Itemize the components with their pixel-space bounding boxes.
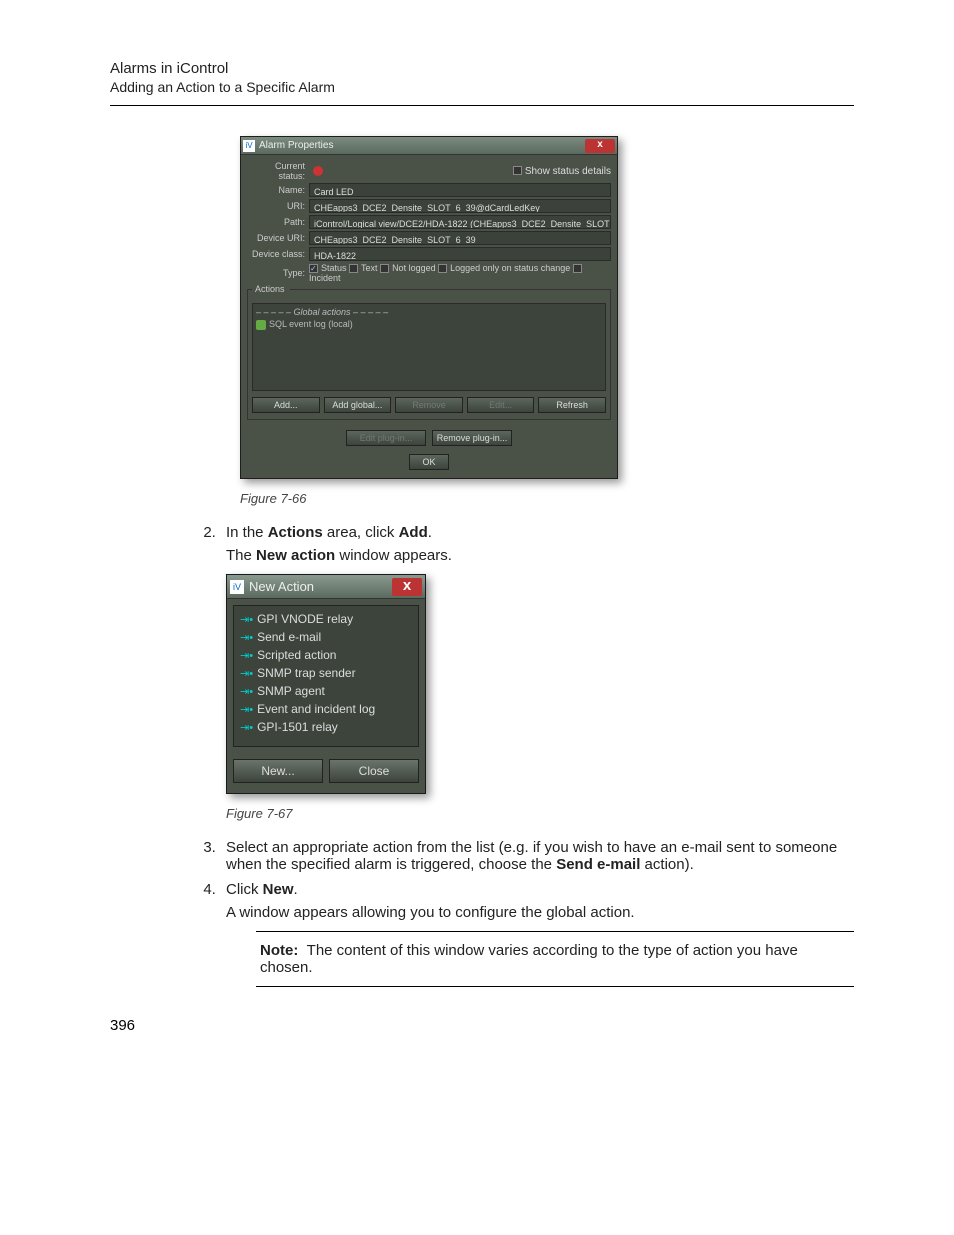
action-option[interactable]: ⇥•SNMP trap sender (240, 664, 412, 682)
field-path[interactable]: iControl/Logical view/DCE2/HDA-1822 (CHE… (309, 215, 611, 229)
app-logo-icon: iV (230, 580, 244, 594)
figure-caption-1: Figure 7-66 (240, 491, 854, 506)
ok-button[interactable]: OK (409, 454, 449, 470)
global-actions-header: – – – – – Global actions – – – – – (256, 307, 602, 317)
alarm-properties-window: iV Alarm Properties x Current status: Sh… (240, 136, 618, 479)
field-uri[interactable]: CHEapps3_DCE2_Densite_SLOT_6_39@dCardLed… (309, 199, 611, 213)
step-3: Select an appropriate action from the li… (220, 839, 854, 873)
plug-icon: ⇥• (240, 721, 253, 734)
plug-icon: ⇥• (240, 631, 253, 644)
refresh-button[interactable]: Refresh (538, 397, 606, 413)
plug-icon: ⇥• (240, 685, 253, 698)
actions-legend: Actions (252, 284, 290, 294)
type-loggedchange-checkbox[interactable]: Logged only on status change (438, 263, 570, 273)
show-status-details-checkbox[interactable]: Show status details (513, 166, 611, 177)
database-icon (256, 320, 266, 330)
action-option[interactable]: ⇥•GPI VNODE relay (240, 610, 412, 628)
alarm-titlebar[interactable]: iV Alarm Properties x (241, 137, 617, 155)
figure-caption-2: Figure 7-67 (226, 806, 854, 821)
label-name: Name: (247, 185, 309, 195)
step-4: Click New. A window appears allowing you… (220, 881, 854, 987)
action-option[interactable]: ⇥•Scripted action (240, 646, 412, 664)
type-status-checkbox[interactable]: Status (309, 263, 347, 273)
label-current-status: Current status: (247, 161, 309, 181)
label-device-uri: Device URI: (247, 233, 309, 243)
action-option[interactable]: ⇥•SNMP agent (240, 682, 412, 700)
action-option[interactable]: ⇥•Event and incident log (240, 700, 412, 718)
close-button[interactable]: Close (329, 759, 419, 783)
label-uri: URI: (247, 201, 309, 211)
label-path: Path: (247, 217, 309, 227)
new-action-titlebar[interactable]: iV New Action x (227, 575, 425, 599)
page-number: 396 (110, 1017, 854, 1034)
actions-list[interactable]: – – – – – Global actions – – – – – SQL e… (252, 303, 606, 391)
remove-plugin-button[interactable]: Remove plug-in... (432, 430, 512, 446)
app-logo-icon: iV (243, 140, 255, 152)
header-subtitle: Adding an Action to a Specific Alarm (110, 79, 854, 95)
field-device-uri[interactable]: CHEapps3_DCE2_Densite_SLOT_6_39 (309, 231, 611, 245)
edit-plugin-button[interactable]: Edit plug-in... (346, 430, 426, 446)
add-global-button[interactable]: Add global... (324, 397, 392, 413)
add-button[interactable]: Add... (252, 397, 320, 413)
actions-group: Actions – – – – – Global actions – – – –… (247, 289, 611, 420)
field-device-class[interactable]: HDA-1822 (309, 247, 611, 261)
alarm-window-title: Alarm Properties (259, 140, 585, 151)
plug-icon: ⇥• (240, 649, 253, 662)
action-option[interactable]: ⇥•GPI-1501 relay (240, 718, 412, 736)
edit-button[interactable]: Edit... (467, 397, 535, 413)
note-box: Note: The content of this window varies … (256, 931, 854, 987)
remove-button[interactable]: Remove (395, 397, 463, 413)
plug-icon: ⇥• (240, 667, 253, 680)
close-icon[interactable]: x (585, 139, 615, 153)
type-loggedchange-label: Logged only on status change (450, 263, 570, 273)
new-action-list[interactable]: ⇥•GPI VNODE relay ⇥•Send e-mail ⇥•Script… (233, 605, 419, 747)
header-title: Alarms in iControl (110, 60, 854, 77)
type-text-checkbox[interactable]: Text (349, 263, 378, 273)
type-incident-label: Incident (309, 273, 341, 283)
type-status-label: Status (321, 263, 347, 273)
plug-icon: ⇥• (240, 613, 253, 626)
label-device-class: Device class: (247, 249, 309, 259)
header-rule (110, 105, 854, 106)
action-item-sql[interactable]: SQL event log (local) (256, 319, 602, 330)
type-notlogged-label: Not logged (392, 263, 436, 273)
step-2: In the Actions area, click Add. The New … (220, 524, 854, 821)
type-text-label: Text (361, 263, 378, 273)
show-status-details-label: Show status details (525, 166, 611, 177)
close-icon[interactable]: x (392, 578, 422, 596)
field-name[interactable]: Card LED (309, 183, 611, 197)
action-item-sql-label: SQL event log (local) (269, 319, 353, 329)
status-dot-icon (313, 166, 323, 176)
plug-icon: ⇥• (240, 703, 253, 716)
label-type: Type: (247, 268, 309, 278)
new-button[interactable]: New... (233, 759, 323, 783)
action-option[interactable]: ⇥•Send e-mail (240, 628, 412, 646)
new-action-window: iV New Action x ⇥•GPI VNODE relay ⇥•Send… (226, 574, 426, 794)
type-notlogged-checkbox[interactable]: Not logged (380, 263, 436, 273)
new-action-title: New Action (249, 579, 392, 594)
